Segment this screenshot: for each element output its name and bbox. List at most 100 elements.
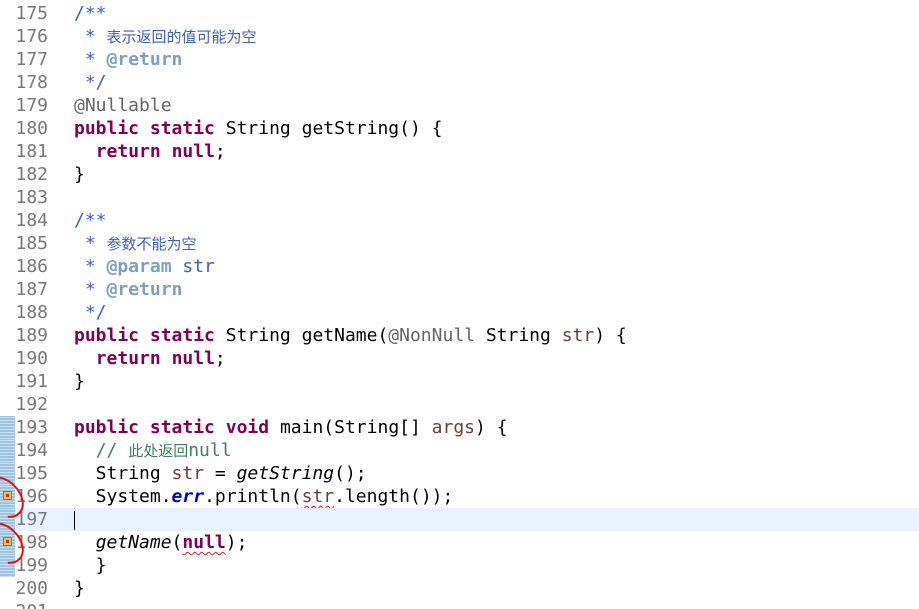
code-line[interactable]: 184 /**: [0, 209, 919, 232]
code-line[interactable]: 192: [0, 393, 919, 416]
line-gutter[interactable]: 200: [0, 577, 50, 600]
code-token: ;: [214, 141, 226, 162]
code-token: main(String[]: [269, 417, 432, 438]
code-line[interactable]: 197: [0, 508, 919, 531]
code-token: public: [74, 417, 140, 438]
code-token: null: [182, 532, 226, 553]
line-gutter[interactable]: 177: [0, 48, 50, 71]
line-gutter[interactable]: 183: [0, 186, 50, 209]
code-token: *: [74, 233, 107, 254]
line-number: 201: [15, 600, 48, 609]
code-token: 表示返回的值可能为空: [106, 28, 257, 46]
line-gutter[interactable]: 176: [0, 25, 50, 48]
line-gutter[interactable]: 188: [0, 301, 50, 324]
code-text: /**: [74, 2, 107, 25]
code-token: String: [475, 325, 562, 346]
code-text: * 表示返回的值可能为空: [74, 25, 257, 49]
line-number: 200: [15, 578, 48, 599]
code-line[interactable]: 175 /**: [0, 2, 919, 25]
code-token: null: [171, 348, 215, 369]
code-token: void: [225, 417, 270, 438]
code-token: @return: [106, 279, 183, 300]
line-gutter[interactable]: 182: [0, 163, 50, 186]
code-token: args: [431, 417, 476, 438]
code-line[interactable]: 193 public static void main(String[] args…: [0, 416, 919, 439]
line-number: 180: [15, 118, 48, 139]
line-gutter[interactable]: 201: [0, 600, 50, 609]
code-line[interactable]: 189 public static String getName(@NonNull…: [0, 324, 919, 347]
code-token: 此处返回: [128, 442, 189, 460]
code-line[interactable]: 198 getName(null);: [0, 531, 919, 554]
code-text: }: [74, 370, 85, 393]
line-number: 181: [15, 141, 48, 162]
line-gutter[interactable]: 189: [0, 324, 50, 347]
code-text: [74, 508, 75, 531]
line-gutter[interactable]: 186: [0, 255, 50, 278]
line-gutter[interactable]: 190: [0, 347, 50, 370]
line-gutter[interactable]: 178: [0, 71, 50, 94]
code-line[interactable]: 195 String str = getString();: [0, 462, 919, 485]
line-gutter[interactable]: 192: [0, 393, 50, 416]
line-gutter[interactable]: 191: [0, 370, 50, 393]
code-line[interactable]: 179 @Nullable: [0, 94, 919, 117]
code-line[interactable]: 200}: [0, 577, 919, 600]
code-token: );: [225, 532, 248, 553]
code-text: return null;: [74, 140, 226, 163]
code-line[interactable]: 194 // 此处返回null: [0, 439, 919, 462]
code-line[interactable]: 191}: [0, 370, 919, 393]
code-line[interactable]: 186 * @param str: [0, 255, 919, 278]
code-line[interactable]: 199 }: [0, 554, 919, 577]
code-line[interactable]: 182}: [0, 163, 919, 186]
code-line[interactable]: 201: [0, 600, 919, 609]
code-token: @param: [106, 256, 172, 277]
code-token: str: [171, 256, 215, 277]
line-gutter[interactable]: 184: [0, 209, 50, 232]
code-token: 参数不能为空: [106, 235, 197, 253]
line-number: 190: [15, 348, 48, 369]
line-gutter[interactable]: 187: [0, 278, 50, 301]
line-number: 182: [15, 164, 48, 185]
code-line[interactable]: 185 * 参数不能为空: [0, 232, 919, 255]
code-token: String: [74, 463, 172, 484]
code-token: @return: [106, 49, 183, 70]
code-token: String getName(: [214, 325, 389, 346]
code-text: */: [74, 301, 107, 324]
code-line[interactable]: 181 return null;: [0, 140, 919, 163]
line-number: 184: [15, 210, 48, 231]
line-number: 192: [15, 394, 48, 415]
code-line[interactable]: 183: [0, 186, 919, 209]
code-token: ) {: [475, 417, 508, 438]
code-line[interactable]: 190 return null;: [0, 347, 919, 370]
code-line[interactable]: 177 * @return: [0, 48, 919, 71]
code-line[interactable]: 178 */: [0, 71, 919, 94]
line-number: 176: [15, 26, 48, 47]
code-token: .length());: [334, 486, 454, 507]
code-line[interactable]: 187 * @return: [0, 278, 919, 301]
code-text: @Nullable: [74, 94, 172, 117]
code-text: * 参数不能为空: [74, 232, 197, 256]
line-gutter[interactable]: 179: [0, 94, 50, 117]
code-token: null: [171, 141, 215, 162]
code-text: /**: [74, 209, 107, 232]
code-token: @Nullable: [74, 95, 172, 116]
line-number: 194: [15, 440, 48, 461]
code-text: System.err.println(str.length());: [74, 485, 454, 508]
code-line[interactable]: 188 */: [0, 301, 919, 324]
line-number: 183: [15, 187, 48, 208]
code-text: // 此处返回null: [74, 439, 232, 463]
line-gutter[interactable]: 193: [0, 416, 50, 439]
line-gutter[interactable]: 185: [0, 232, 50, 255]
line-gutter[interactable]: 194: [0, 439, 50, 462]
code-line[interactable]: 180 public static String getString() {: [0, 117, 919, 140]
line-gutter[interactable]: 180: [0, 117, 50, 140]
line-gutter[interactable]: 175: [0, 2, 50, 25]
code-editor[interactable]: 175/** 176 * 表示返回的值可能为空 177 * @return 178 *…: [0, 0, 919, 609]
line-gutter[interactable]: 181: [0, 140, 50, 163]
line-number: 186: [15, 256, 48, 277]
code-line[interactable]: 196 System.err.println(str.length());: [0, 485, 919, 508]
code-line[interactable]: 176 * 表示返回的值可能为空: [0, 25, 919, 48]
